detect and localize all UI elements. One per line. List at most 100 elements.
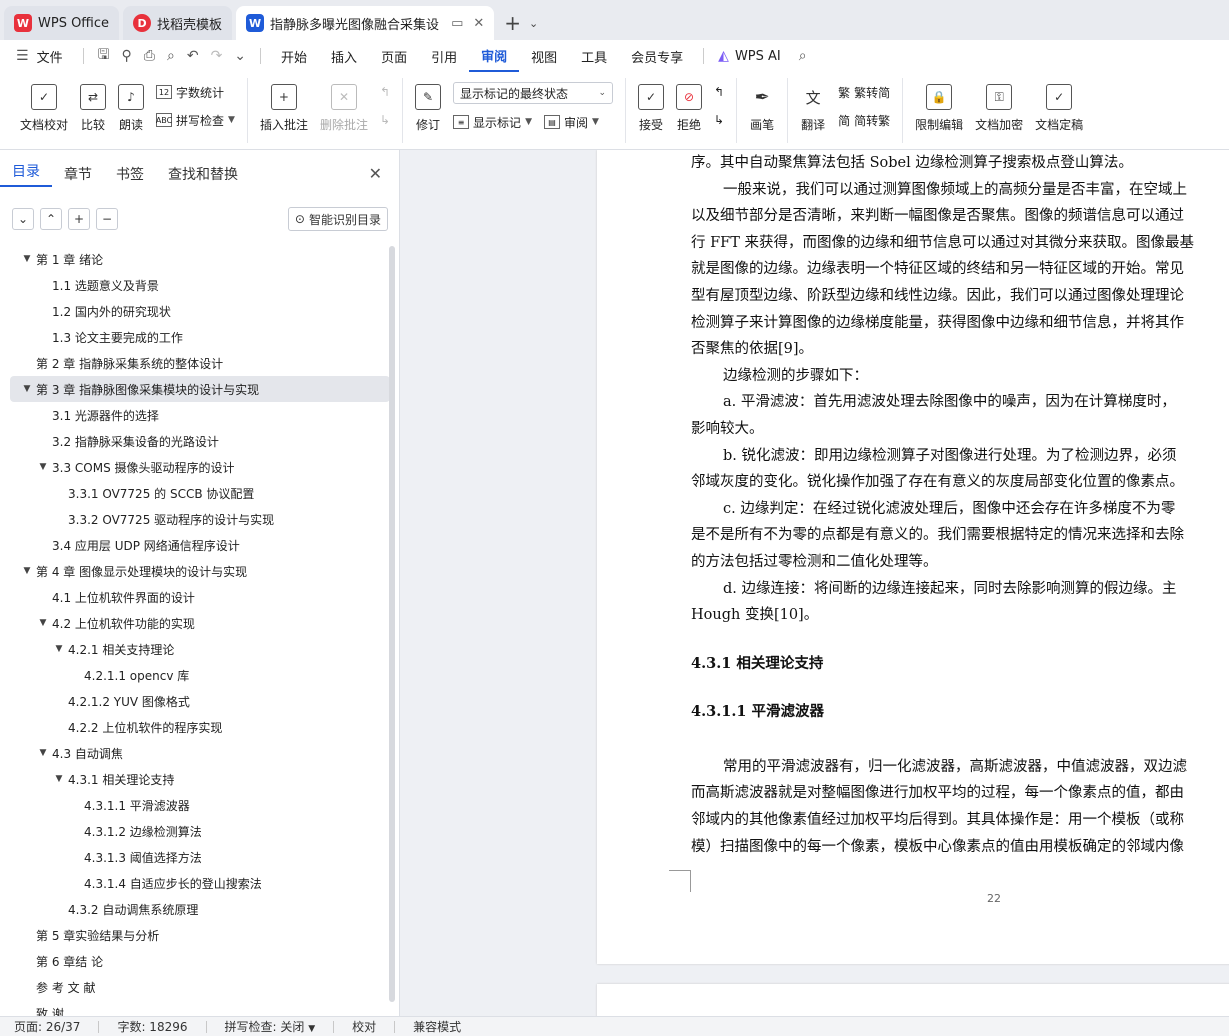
chevron-down-icon[interactable]: ⌄	[529, 17, 538, 30]
toc-item[interactable]: ▼ 3.3 COMS 摄像头驱动程序的设计	[10, 454, 390, 480]
expand-arrow-icon[interactable]: ▼	[20, 384, 34, 394]
tab-bookmarks[interactable]: 书签	[104, 164, 156, 184]
menu-file[interactable]: 文件	[35, 40, 75, 72]
screen-icon[interactable]: ▭	[451, 16, 463, 31]
expand-arrow-icon[interactable]: ▼	[36, 618, 50, 628]
wps-ai-icon[interactable]: ◭	[712, 48, 735, 64]
toc-item[interactable]: 4.1 上位机软件界面的设计	[10, 584, 390, 610]
status-proof[interactable]: 校对	[352, 1018, 376, 1035]
smart-toc-button[interactable]: ⊙ 智能识别目录	[287, 207, 388, 231]
next-change-icon[interactable]: ↳	[714, 110, 724, 130]
menu-review[interactable]: 审阅	[469, 40, 520, 72]
menu-start[interactable]: 开始	[269, 40, 319, 72]
insert-comment-button[interactable]: + 插入批注	[260, 78, 308, 133]
toc-item[interactable]: 4.3.1.2 边缘检测算法	[10, 818, 390, 844]
delete-comment-button[interactable]: ✕ 删除批注	[320, 78, 368, 133]
toc-item[interactable]: 4.3.2 自动调焦系统原理	[10, 896, 390, 922]
toc-item[interactable]: 4.2.1.2 YUV 图像格式	[10, 688, 390, 714]
toc-item[interactable]: 第 6 章结 论	[10, 948, 390, 974]
toc-item[interactable]: 3.2 指静脉采集设备的光路设计	[10, 428, 390, 454]
pen-button[interactable]: ✒ 画笔	[749, 78, 775, 133]
show-markup-button[interactable]: ≡ 显示标记 ▼	[453, 112, 532, 132]
tab-sections[interactable]: 章节	[52, 164, 104, 184]
status-words[interactable]: 字数: 18296	[117, 1018, 187, 1035]
expand-arrow-icon[interactable]: ▼	[20, 254, 34, 264]
toc-item[interactable]: ▼ 4.3.1 相关理论支持	[10, 766, 390, 792]
toc-item[interactable]: 1.2 国内外的研究现状	[10, 298, 390, 324]
spell-check-button[interactable]: ABC 拼写检查 ▼	[156, 110, 235, 130]
toc-item[interactable]: 第 5 章实验结果与分析	[10, 922, 390, 948]
toc-item[interactable]: 4.2.2 上位机软件的程序实现	[10, 714, 390, 740]
tab-current-document[interactable]: W 指静脉多曝光图像融合采集设 ▭ ✕	[236, 6, 495, 40]
toc-item[interactable]: 4.3.1.4 自适应步长的登山搜索法	[10, 870, 390, 896]
compare-button[interactable]: ⇄ 比较	[80, 78, 107, 133]
toc-item[interactable]: ▼ 4.3 自动调焦	[10, 740, 390, 766]
remove-icon[interactable]: −	[96, 208, 118, 230]
page-body[interactable]: 序。其中自动聚焦算法包括 Sobel 边缘检测算子搜索极点登山算法。 一般来说，我…	[691, 150, 1229, 860]
redo-icon[interactable]: ↷	[205, 48, 229, 64]
markup-state-select[interactable]: 显示标记的最终状态 ⌄	[453, 82, 614, 104]
toc-item[interactable]: 第 2 章 指静脉采集系统的整体设计	[10, 350, 390, 376]
more-chevron-icon[interactable]: ⌄	[228, 48, 252, 64]
menu-page[interactable]: 页面	[369, 40, 419, 72]
print-preview-icon[interactable]: ⌕	[161, 48, 181, 64]
menu-reference[interactable]: 引用	[419, 40, 469, 72]
toc-item[interactable]: 1.1 选题意义及背景	[10, 272, 390, 298]
expand-arrow-icon[interactable]: ▼	[36, 462, 50, 472]
tab-docer-templates[interactable]: D 找稻壳模板	[123, 6, 233, 40]
previous-comment-icon[interactable]: ↰	[380, 82, 390, 102]
close-tab-icon[interactable]: ✕	[473, 16, 484, 31]
expand-down-icon[interactable]: ⌄	[12, 208, 34, 230]
menu-wps-ai[interactable]: WPS AI	[735, 40, 793, 72]
expand-arrow-icon[interactable]: ▼	[52, 774, 66, 784]
expand-arrow-icon[interactable]: ▼	[36, 748, 50, 758]
doc-finalize-button[interactable]: ✓ 文档定稿	[1035, 78, 1083, 133]
toc-item[interactable]: ▼ 第 1 章 绪论	[10, 246, 390, 272]
search-icon[interactable]: ⌕	[793, 48, 813, 64]
toc-item[interactable]: ▼ 4.2 上位机软件功能的实现	[10, 610, 390, 636]
new-tab-button[interactable]: +	[504, 11, 521, 35]
word-count-button[interactable]: 12 字数统计	[156, 82, 235, 102]
tab-find-replace[interactable]: 查找和替换	[156, 164, 250, 184]
close-icon[interactable]: ✕	[369, 164, 382, 183]
save-icon[interactable]: 🖫	[92, 44, 116, 68]
status-page[interactable]: 页面: 26/37	[14, 1018, 80, 1035]
print-icon[interactable]: ⎙	[138, 48, 161, 64]
restrict-edit-button[interactable]: 🔒 限制编辑	[915, 78, 963, 133]
toc-item[interactable]: 3.3.2 OV7725 驱动程序的设计与实现	[10, 506, 390, 532]
tab-toc[interactable]: 目录	[0, 161, 52, 187]
toc-item[interactable]: 4.3.1.1 平滑滤波器	[10, 792, 390, 818]
toc-item[interactable]: ▼ 第 3 章 指静脉图像采集模块的设计与实现	[10, 376, 390, 402]
doc-check-button[interactable]: ✓ 文档校对	[20, 78, 68, 133]
tab-wps-office[interactable]: W WPS Office	[4, 6, 120, 40]
accept-button[interactable]: ✓ 接受	[638, 78, 665, 133]
next-comment-icon[interactable]: ↳	[380, 110, 390, 130]
toc-item[interactable]: 1.3 论文主要完成的工作	[10, 324, 390, 350]
doc-encrypt-button[interactable]: ⚿ 文档加密	[975, 78, 1023, 133]
toc-item[interactable]: 4.2.1.1 opencv 库	[10, 662, 390, 688]
toc-item[interactable]: 参 考 文 献	[10, 974, 390, 1000]
hamburger-icon[interactable]: ☰	[10, 48, 35, 64]
toc-item[interactable]: 3.4 应用层 UDP 网络通信程序设计	[10, 532, 390, 558]
simp-to-trad-button[interactable]: 简 简转繁	[838, 110, 890, 130]
reject-button[interactable]: ⊘ 拒绝	[676, 78, 703, 133]
expand-arrow-icon[interactable]: ▼	[52, 644, 66, 654]
menu-insert[interactable]: 插入	[319, 40, 369, 72]
read-aloud-button[interactable]: ♪ 朗读	[118, 78, 145, 133]
share-icon[interactable]: ⚲	[116, 48, 138, 64]
menu-member[interactable]: 会员专享	[619, 40, 695, 72]
translate-button[interactable]: 文 翻译	[800, 78, 826, 133]
undo-icon[interactable]: ↶	[181, 48, 205, 64]
toc-item[interactable]: 3.1 光源器件的选择	[10, 402, 390, 428]
toc-item[interactable]: ▼ 第 4 章 图像显示处理模块的设计与实现	[10, 558, 390, 584]
toc-item[interactable]: 3.3.1 OV7725 的 SCCB 协议配置	[10, 480, 390, 506]
menu-view[interactable]: 视图	[519, 40, 569, 72]
previous-change-icon[interactable]: ↰	[714, 82, 724, 102]
toc-item[interactable]: ▼ 4.2.1 相关支持理论	[10, 636, 390, 662]
add-icon[interactable]: +	[68, 208, 90, 230]
menu-tools[interactable]: 工具	[569, 40, 619, 72]
review-pane-button[interactable]: ▤ 审阅 ▼	[543, 112, 599, 132]
collapse-up-icon[interactable]: ⌃	[40, 208, 62, 230]
status-spell-check[interactable]: 拼写检查: 关闭 ▼	[225, 1018, 316, 1035]
expand-arrow-icon[interactable]: ▼	[20, 566, 34, 576]
